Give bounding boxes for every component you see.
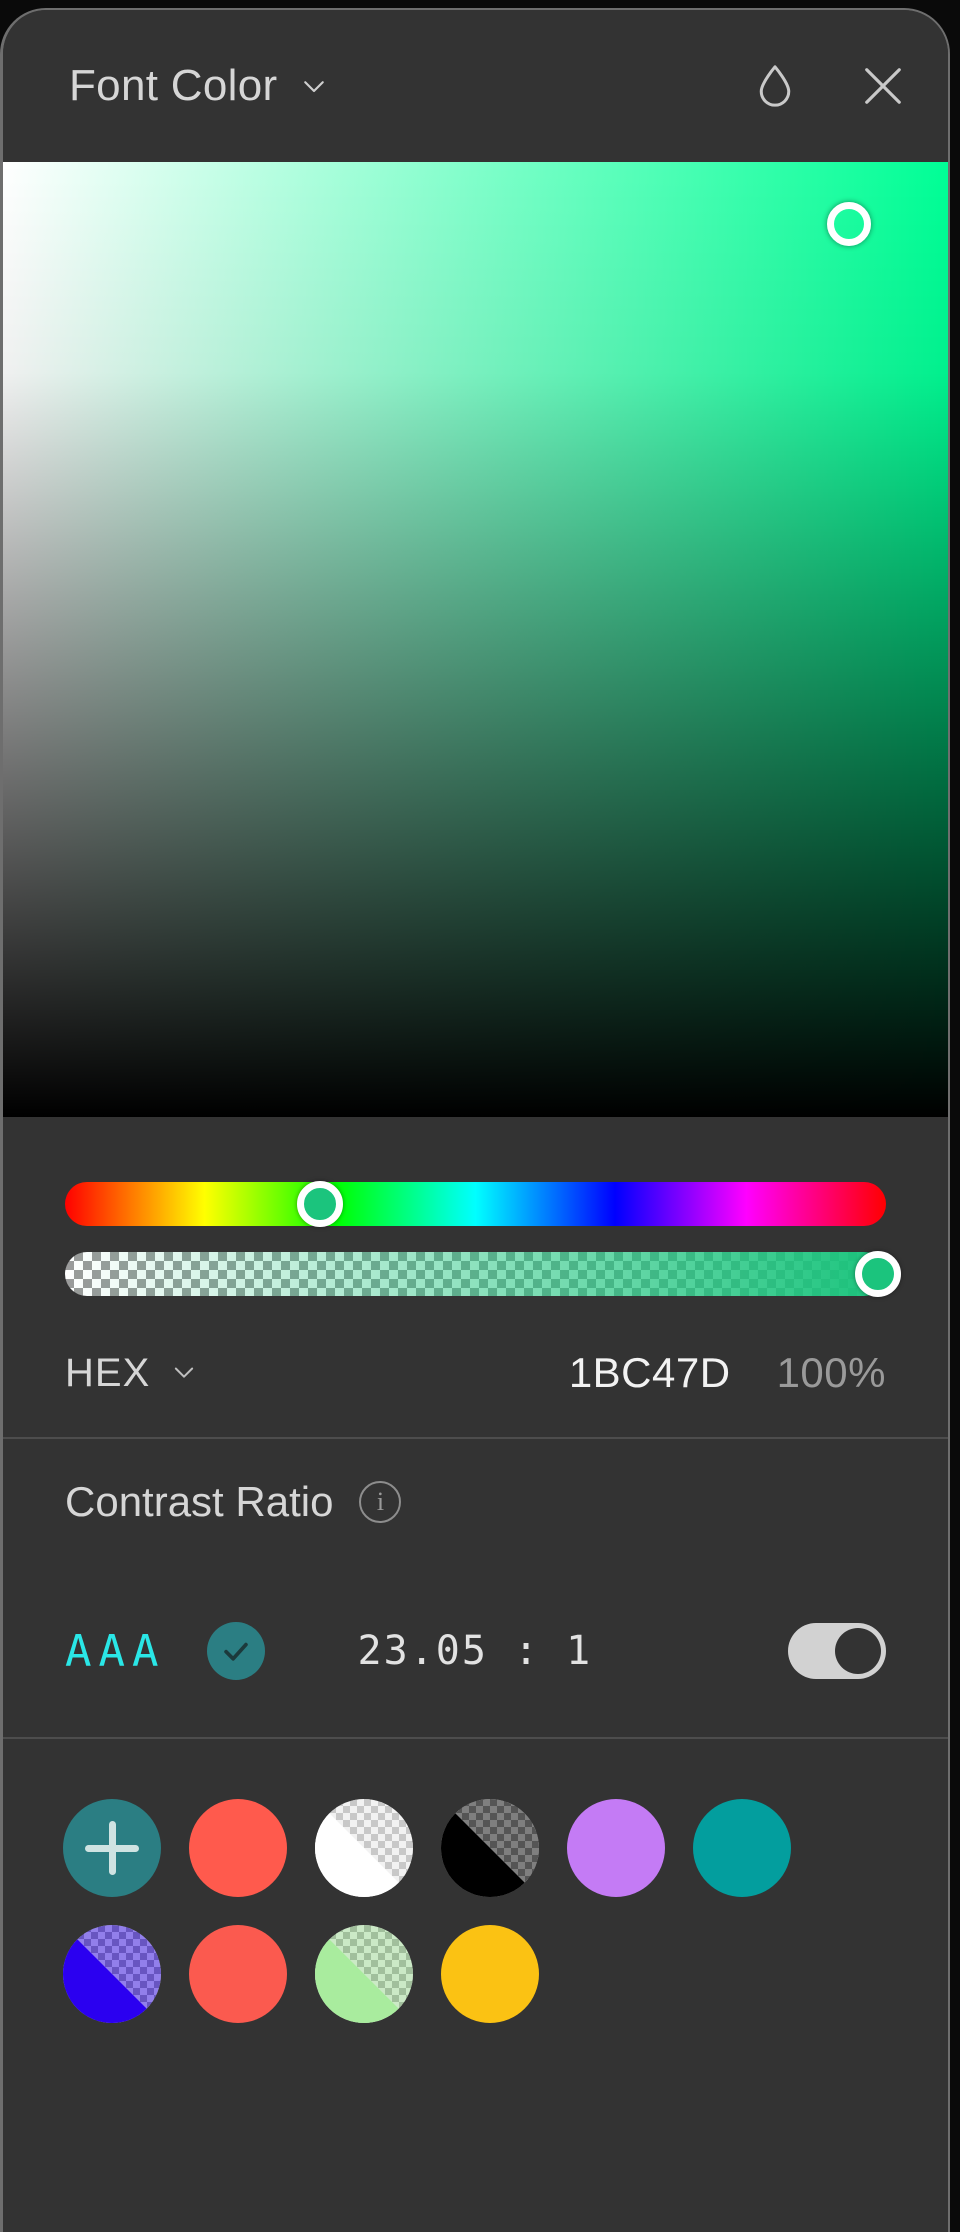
hue-slider[interactable]: [65, 1181, 886, 1227]
swatch-white-translucent[interactable]: [315, 1799, 413, 1897]
alpha-slider[interactable]: [65, 1251, 901, 1297]
swatch-cell: [175, 1785, 301, 1911]
swatch-cell: [49, 1911, 175, 2037]
swatch-teal[interactable]: [693, 1799, 791, 1897]
swatch-cell: [553, 1785, 679, 1911]
color-picker-panel: Font Color HEX 1BC47D 100% Contrast Rati…: [0, 8, 950, 2232]
hex-input[interactable]: 1BC47D: [569, 1349, 731, 1397]
color-format-dropdown[interactable]: HEX: [65, 1351, 200, 1396]
contrast-ratio-value: 23.05 : 1: [357, 1628, 593, 1674]
swatch-fill: [693, 1799, 791, 1897]
sv-shade-layer: [3, 162, 948, 1117]
color-value-row: HEX 1BC47D 100%: [3, 1309, 948, 1437]
contrast-level-label: AAA: [65, 1625, 166, 1677]
eyedropper-droplet-icon[interactable]: [746, 57, 804, 115]
swatch-cell: [301, 1785, 427, 1911]
header-actions: [746, 57, 912, 115]
swatch-blue-translucent[interactable]: [63, 1925, 161, 2023]
alpha-slider-handle[interactable]: [854, 1251, 901, 1297]
swatch-cell: [175, 1911, 301, 2037]
swatch-violet[interactable]: [567, 1799, 665, 1897]
swatch-cell: [427, 1911, 553, 2037]
contrast-result-row: AAA 23.05 : 1: [65, 1565, 886, 1737]
swatch-light-green-translucent[interactable]: [315, 1925, 413, 2023]
swatch-fill: [189, 1925, 287, 2023]
color-value-fields: 1BC47D 100%: [569, 1349, 886, 1397]
contrast-pass-badge: [207, 1622, 266, 1680]
color-format-label: HEX: [65, 1350, 151, 1395]
page-title: Font Color: [69, 61, 278, 110]
swatch-grid: [3, 1739, 948, 2037]
hue-slider-row: [3, 1169, 948, 1239]
chevron-down-icon: [170, 1358, 200, 1388]
swatch-cell: [49, 1785, 175, 1911]
swatch-coral-red-2[interactable]: [189, 1925, 287, 2023]
chevron-down-icon: [299, 71, 329, 101]
swatch-cell: [679, 1785, 805, 1911]
swatch-fill: [567, 1799, 665, 1897]
close-icon[interactable]: [854, 57, 912, 115]
swatch-fill: [441, 1925, 539, 2023]
contrast-section: Contrast Ratio i AAA 23.05 : 1: [3, 1439, 948, 1737]
swatch-cell: [427, 1785, 553, 1911]
plus-icon: [108, 1821, 116, 1875]
saturation-value-field[interactable]: [3, 162, 948, 1117]
sv-field-handle[interactable]: [826, 202, 871, 247]
swatch-coral-red[interactable]: [189, 1799, 287, 1897]
swatch-cell: [301, 1911, 427, 2037]
swatch-black-translucent[interactable]: [441, 1799, 539, 1897]
info-icon[interactable]: i: [359, 1481, 402, 1523]
contrast-toggle-switch[interactable]: [788, 1623, 886, 1679]
alpha-input[interactable]: 100%: [777, 1349, 886, 1397]
contrast-header: Contrast Ratio i: [65, 1439, 886, 1565]
contrast-title: Contrast Ratio: [65, 1478, 334, 1525]
picker-header: Font Color: [3, 10, 948, 162]
swatch-golden-yellow[interactable]: [441, 1925, 539, 2023]
slider-group: [3, 1117, 948, 1309]
add-swatch[interactable]: [63, 1799, 161, 1897]
alpha-slider-row: [3, 1239, 948, 1309]
hue-slider-handle[interactable]: [296, 1181, 343, 1227]
swatch-fill: [189, 1799, 287, 1897]
picker-title-dropdown[interactable]: Font Color: [69, 61, 329, 111]
